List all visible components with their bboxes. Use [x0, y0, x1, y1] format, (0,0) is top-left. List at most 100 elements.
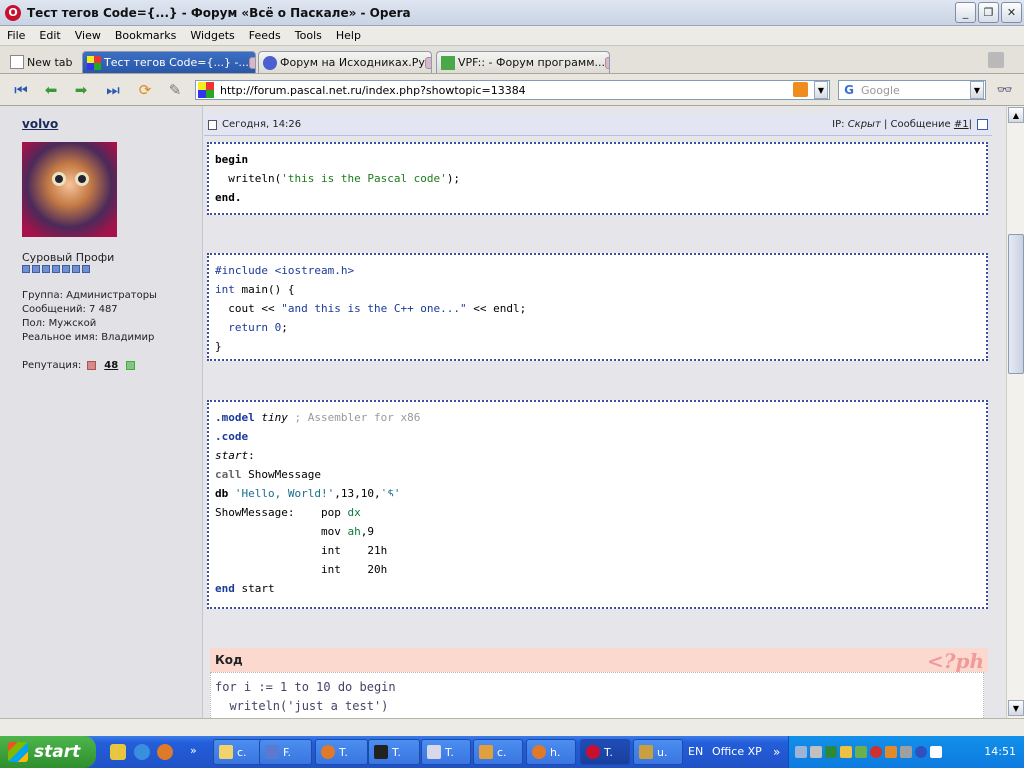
- minimize-button[interactable]: _: [955, 2, 976, 23]
- task-label: T.: [392, 745, 401, 759]
- rss-feed-icon[interactable]: [793, 82, 808, 97]
- meta-separator: |: [883, 119, 888, 130]
- app-icon: [639, 745, 653, 759]
- tray-volume-icon[interactable]: [930, 746, 942, 758]
- post-document-icon: [208, 119, 217, 130]
- taskbar-item[interactable]: T.: [421, 739, 471, 765]
- menu-widgets[interactable]: Widgets: [183, 29, 241, 42]
- task-label: T.: [339, 745, 348, 759]
- system-clock[interactable]: 14:51: [984, 745, 1016, 758]
- quicklaunch-firefox-icon[interactable]: [157, 744, 173, 760]
- vertical-scrollbar[interactable]: ▲ ▼: [1006, 106, 1024, 718]
- menu-view[interactable]: View: [68, 29, 108, 42]
- ip-value: Скрыт: [847, 119, 881, 130]
- office-more-icon[interactable]: »: [773, 745, 780, 759]
- new-tab-button[interactable]: New tab: [6, 51, 78, 73]
- tray-display-icon[interactable]: [810, 746, 822, 758]
- rank-pip: [22, 265, 30, 273]
- code-line: writeln(: [215, 172, 282, 185]
- code-line: start: [234, 582, 275, 595]
- address-toolbar: ⏮ ⬅ ➡ ⏭ ⟳ ✎ http://forum.pascal.net.ru/i…: [0, 74, 1024, 106]
- taskbar-item[interactable]: c.: [473, 739, 523, 765]
- tray-network-icon[interactable]: [795, 746, 807, 758]
- menu-edit[interactable]: Edit: [32, 29, 67, 42]
- scroll-down-icon[interactable]: ▼: [1008, 700, 1024, 716]
- code-string: "and this is the C++ one...": [281, 302, 467, 315]
- menu-tools[interactable]: Tools: [288, 29, 329, 42]
- tab-label: Тест тегов Code={...} -...: [104, 56, 249, 69]
- code-line: for i := 1 to 10 do begin: [215, 680, 396, 694]
- rewind-icon[interactable]: ⏮: [10, 80, 32, 100]
- close-button[interactable]: ✕: [1001, 2, 1022, 23]
- reputation-plus-icon[interactable]: [126, 361, 136, 370]
- code-line: :: [248, 449, 255, 462]
- taskbar-item[interactable]: h.: [526, 739, 576, 765]
- maximize-button[interactable]: ❐: [978, 2, 999, 23]
- code-line: end.: [215, 191, 242, 204]
- trash-icon[interactable]: [988, 52, 1004, 68]
- select-post-checkbox[interactable]: [977, 119, 988, 130]
- tab-label: Форум на Исходниках.Ру: [280, 56, 425, 69]
- edit-icon[interactable]: ✎: [164, 80, 186, 100]
- rank-pip: [62, 265, 70, 273]
- tray-security-icon[interactable]: [840, 746, 852, 758]
- url-dropdown-button[interactable]: ▼: [814, 81, 828, 99]
- menu-bookmarks[interactable]: Bookmarks: [108, 29, 183, 42]
- tray-opera-icon[interactable]: [870, 746, 882, 758]
- firefox-icon: [532, 745, 546, 759]
- menu-help[interactable]: Help: [329, 29, 368, 42]
- message-number-link[interactable]: #1: [954, 119, 969, 130]
- fast-forward-icon[interactable]: ⏭: [102, 80, 124, 100]
- tab-sources-forum[interactable]: Форум на Исходниках.Ру: [258, 51, 432, 73]
- rank-pip: [82, 265, 90, 273]
- new-tab-icon: [10, 55, 24, 69]
- scroll-up-icon[interactable]: ▲: [1008, 107, 1024, 123]
- tab-close-icon[interactable]: [605, 56, 609, 69]
- tray-update-icon[interactable]: [855, 746, 867, 758]
- tray-app-icon[interactable]: [825, 746, 837, 758]
- glasses-icon[interactable]: 👓: [994, 80, 1016, 100]
- reload-icon[interactable]: ⟳: [134, 80, 156, 100]
- taskbar-item[interactable]: F.: [259, 739, 312, 765]
- tab-close-icon[interactable]: [424, 56, 431, 69]
- rank-pip: [72, 265, 80, 273]
- taskbar-item-active[interactable]: T.: [580, 739, 630, 765]
- quicklaunch-ie-icon[interactable]: [134, 744, 150, 760]
- quicklaunch-pencil-icon[interactable]: [110, 744, 126, 760]
- reputation-value[interactable]: 48: [104, 360, 118, 371]
- code-line: tiny: [254, 411, 288, 424]
- php-badge: <?ph: [926, 649, 984, 673]
- taskbar-item[interactable]: T.: [368, 739, 420, 765]
- tray-firefox-icon[interactable]: [885, 746, 897, 758]
- search-dropdown-button[interactable]: ▼: [970, 81, 984, 99]
- forward-icon[interactable]: ➡: [70, 80, 92, 100]
- code-block-cpp: #include <iostream.h> int main() { cout …: [207, 253, 988, 361]
- tab-close-icon[interactable]: [248, 56, 255, 69]
- search-field[interactable]: G Google: [838, 80, 986, 100]
- task-label: u.: [657, 745, 668, 759]
- url-field[interactable]: http://forum.pascal.net.ru/index.php?sho…: [195, 80, 830, 100]
- tray-tools-icon[interactable]: [900, 746, 912, 758]
- code-line: ,9: [360, 525, 374, 538]
- message-label: Сообщение: [890, 119, 951, 130]
- username-link[interactable]: volvo: [22, 117, 58, 131]
- tab-label: VPF:: - Форум программ...: [458, 56, 605, 69]
- menu-feeds[interactable]: Feeds: [242, 29, 288, 42]
- code-comment: ; Assembler for x86: [287, 411, 421, 424]
- status-bar: [0, 718, 1024, 736]
- language-indicator[interactable]: EN: [688, 745, 703, 758]
- code-keyword: db: [215, 487, 229, 500]
- taskbar-item[interactable]: T.: [315, 739, 368, 765]
- reputation-minus-icon[interactable]: [87, 361, 97, 370]
- scroll-thumb[interactable]: [1008, 234, 1024, 374]
- taskbar-item[interactable]: u.: [633, 739, 683, 765]
- tab-vpf-forum[interactable]: VPF:: - Форум программ...: [436, 51, 610, 73]
- back-icon[interactable]: ⬅: [40, 80, 62, 100]
- menu-file[interactable]: File: [0, 29, 32, 42]
- start-button[interactable]: start: [0, 736, 96, 768]
- task-label: T.: [604, 745, 613, 759]
- code-string: 'this is the Pascal code': [281, 172, 447, 185]
- tray-clock-icon[interactable]: [915, 746, 927, 758]
- quicklaunch-more-icon[interactable]: »: [190, 744, 200, 760]
- tab-pascal-forum[interactable]: Тест тегов Code={...} -...: [82, 51, 256, 73]
